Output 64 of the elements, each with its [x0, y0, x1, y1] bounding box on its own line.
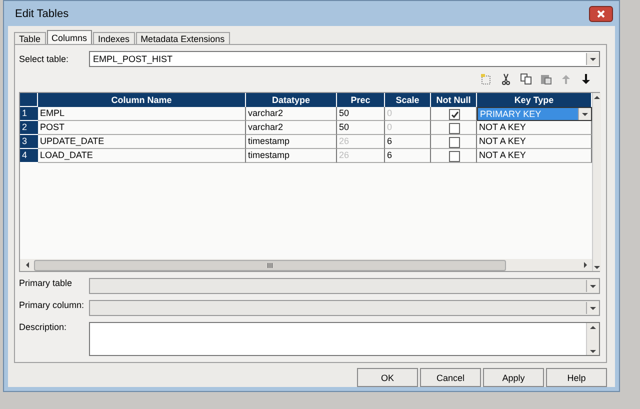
field-label: Primary column:	[19, 300, 86, 312]
table-cell: 50	[337, 107, 385, 121]
table-cell: POST	[38, 121, 246, 135]
not-null-checkbox[interactable]	[449, 151, 460, 162]
description-field[interactable]	[89, 322, 600, 356]
column-header[interactable]: Column Name	[38, 93, 246, 107]
new-column-icon[interactable]	[480, 73, 492, 85]
window-title: Edit Tables	[15, 8, 69, 20]
table-cell: 0	[385, 107, 431, 121]
close-button[interactable]	[589, 6, 613, 22]
table-cell: 26	[337, 135, 385, 149]
dropdown-arrow-icon[interactable]	[589, 55, 597, 63]
table-cell: varchar2	[246, 107, 337, 121]
scroll-up-icon[interactable]	[589, 323, 597, 331]
column-header[interactable]: Key Type	[477, 93, 592, 107]
tab[interactable]: Columns	[46, 30, 92, 44]
table-cell: 6	[385, 149, 431, 163]
move-down-icon[interactable]	[580, 73, 592, 85]
table-cell: timestamp	[246, 149, 337, 163]
table-cell: 26	[337, 149, 385, 163]
dialog-button[interactable]: OK	[357, 368, 418, 387]
paste-icon[interactable]	[540, 73, 552, 85]
dropdown-arrow-icon[interactable]	[589, 304, 597, 312]
table-cell: LOAD_DATE	[38, 149, 246, 163]
table-cell: varchar2	[246, 121, 337, 135]
close-icon	[597, 10, 605, 18]
scroll-up-icon[interactable]	[593, 93, 601, 101]
tab[interactable]: Metadata Extensions	[136, 32, 230, 44]
field-label: Select table:	[19, 54, 70, 64]
field-label: Primary table	[19, 278, 74, 290]
row-number: 4	[20, 149, 38, 163]
not-null-checkbox[interactable]	[449, 123, 460, 134]
select-table-dropdown[interactable]: EMPL_POST_HIST	[89, 51, 600, 67]
dialog-button[interactable]: Apply	[483, 368, 544, 387]
column-header[interactable]: Not Null	[431, 93, 477, 107]
column-header[interactable]: Scale	[385, 93, 431, 107]
tab[interactable]: Table	[14, 32, 46, 44]
row-number: 3	[20, 135, 38, 149]
row-number: 2	[20, 121, 38, 135]
table-cell: 0	[385, 121, 431, 135]
dropdown-field[interactable]	[89, 300, 600, 316]
scrollbar-thumb[interactable]	[34, 260, 506, 270]
dropdown-arrow-icon[interactable]	[589, 282, 597, 290]
not-null-checkbox[interactable]	[449, 137, 460, 148]
dialog-button[interactable]: Cancel	[420, 368, 481, 387]
scroll-down-icon[interactable]	[589, 347, 597, 355]
dialog-button[interactable]: Help	[546, 368, 607, 387]
dropdown-field[interactable]	[89, 278, 600, 294]
table-cell: UPDATE_DATE	[38, 135, 246, 149]
table-cell: EMPL	[38, 107, 246, 121]
row-number: 1	[20, 107, 38, 121]
not-null-checkbox[interactable]	[449, 109, 460, 120]
table-cell: 6	[385, 135, 431, 149]
column-header[interactable]: Datatype	[246, 93, 337, 107]
dropdown-arrow-icon[interactable]	[581, 110, 589, 118]
scroll-down-icon[interactable]	[593, 263, 601, 271]
copy-icon[interactable]	[520, 73, 532, 85]
scroll-right-icon[interactable]	[581, 261, 589, 269]
table-cell: timestamp	[246, 135, 337, 149]
table-cell: 50	[337, 121, 385, 135]
cut-icon[interactable]	[500, 73, 512, 85]
column-header[interactable]: Prec	[337, 93, 385, 107]
field-label: Description:	[19, 322, 68, 334]
tab[interactable]: Indexes	[93, 32, 135, 44]
